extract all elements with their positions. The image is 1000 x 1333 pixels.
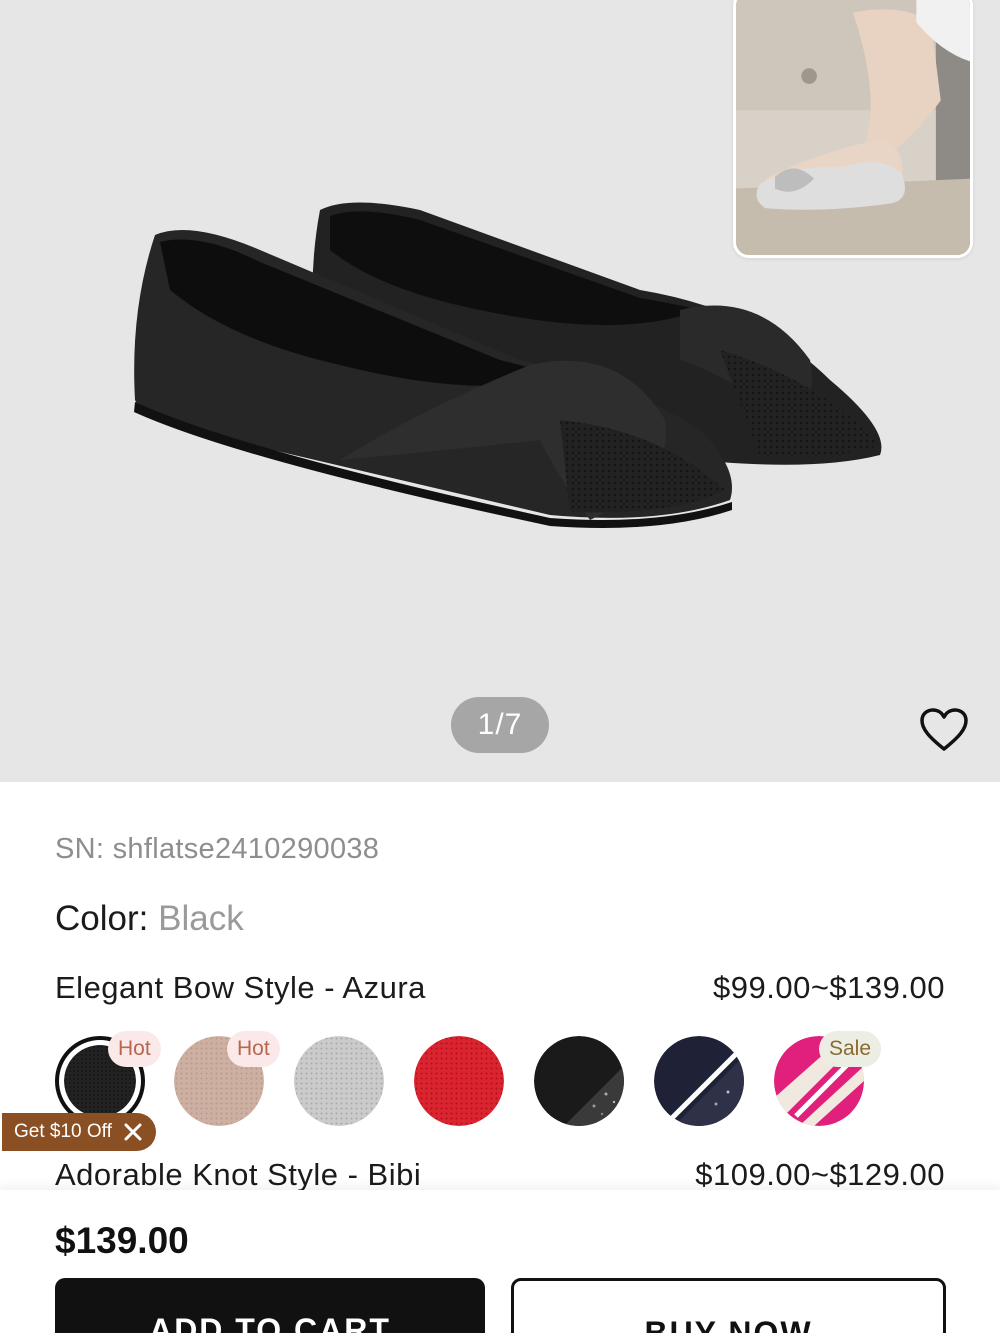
style-price: $99.00~$139.00 xyxy=(713,970,945,1005)
swatch-black-glitter[interactable] xyxy=(534,1036,624,1126)
style-name: Adorable Knot Style - Bibi xyxy=(55,1157,422,1192)
swatch-navy-glitter[interactable] xyxy=(654,1036,744,1126)
image-counter: 1/7 xyxy=(451,697,549,753)
selected-color: Color: Black xyxy=(55,899,244,939)
sale-badge: Sale xyxy=(819,1031,882,1067)
product-gallery[interactable]: 1/7 xyxy=(0,0,1000,782)
swatch-silver[interactable] xyxy=(294,1036,384,1126)
product-sn: SN: shflatse2410290038 xyxy=(55,833,379,866)
color-value: Black xyxy=(158,899,244,938)
coupon-banner[interactable]: Get $10 Off xyxy=(2,1113,156,1151)
style-price: $109.00~$129.00 xyxy=(695,1157,945,1192)
buy-now-button[interactable]: BUY NOW xyxy=(511,1278,946,1333)
style-row-azura: Elegant Bow Style - Azura $99.00~$139.00 xyxy=(55,970,945,1006)
color-swatches: Hot Hot Sale xyxy=(55,1031,955,1136)
color-label: Color: xyxy=(55,899,149,938)
sn-value: shflatse2410290038 xyxy=(112,833,380,865)
wishlist-button[interactable] xyxy=(916,704,972,756)
lifestyle-thumbnail[interactable] xyxy=(733,0,973,258)
style-name: Elegant Bow Style - Azura xyxy=(55,970,426,1005)
sn-label: SN: xyxy=(55,833,105,865)
close-icon[interactable] xyxy=(122,1121,144,1143)
heart-outline-icon xyxy=(920,708,968,751)
swatch-red[interactable] xyxy=(414,1036,504,1126)
coupon-label: Get $10 Off xyxy=(14,1121,112,1142)
hot-badge: Hot xyxy=(108,1031,161,1067)
purchase-bar: $139.00 ADD TO CART BUY NOW xyxy=(0,1190,1000,1333)
style-row-bibi: Adorable Knot Style - Bibi $109.00~$129.… xyxy=(55,1157,945,1193)
total-price: $139.00 xyxy=(55,1220,189,1261)
hot-badge: Hot xyxy=(227,1031,280,1067)
add-to-cart-button[interactable]: ADD TO CART xyxy=(55,1278,485,1333)
